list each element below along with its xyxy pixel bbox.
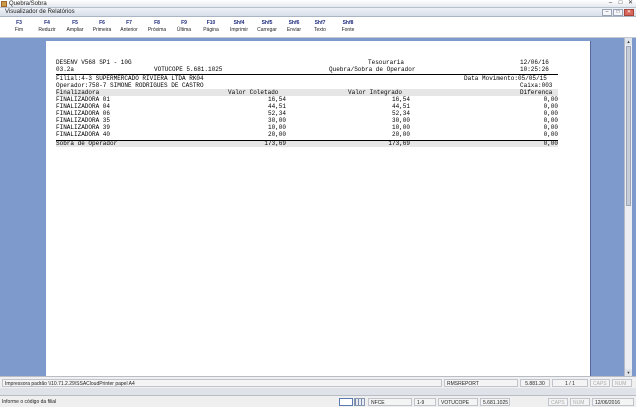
app-caps-indicator: CAPS xyxy=(548,398,568,406)
total-integrated: 173,69 xyxy=(388,140,410,147)
viewer-minimize-icon[interactable]: – xyxy=(602,9,612,16)
next-page-button[interactable]: F8 Próxima xyxy=(142,20,172,36)
app-title-bar: Quebra/Sobra – □ ✕ xyxy=(0,0,636,8)
num-indicator: NUM xyxy=(612,379,632,387)
company-indicator: VOTUCOPE xyxy=(438,398,478,406)
font-button[interactable]: Shf8 Fonte xyxy=(333,20,363,36)
row-collected: 16,54 xyxy=(267,96,286,103)
page-count: 1 / 1 xyxy=(552,379,588,387)
column-header-integrated: Valor Integrado xyxy=(348,89,403,96)
app-status-bar: Informe o código da filial NFCE 1-9 VOTU… xyxy=(0,395,636,407)
row-collected: 52,34 xyxy=(267,110,286,117)
row-collected: 30,00 xyxy=(267,117,286,124)
report-time: 10:25:26 xyxy=(520,66,549,73)
report-date: 12/06/16 xyxy=(520,59,549,66)
close-icon[interactable]: ✕ xyxy=(626,0,635,7)
report-system-name: DESENV V568 SP1 - 10G xyxy=(56,59,132,66)
viewer-maximize-icon[interactable]: □ xyxy=(613,9,623,16)
toolbar: F3 Fim F4 Reduzir F5 Ampliar F6 Primeira F7 A… xyxy=(0,17,636,38)
system-date: 12/06/2016 xyxy=(592,398,634,406)
load-button[interactable]: Shf5 Carregar xyxy=(252,20,282,36)
total-divider xyxy=(56,140,558,141)
row-integrated: 16,54 xyxy=(391,96,410,103)
row-tender: FINALIZADORA 04 xyxy=(56,103,111,110)
report-department: Tesouraria xyxy=(368,59,405,66)
previous-page-button[interactable]: F7 Anterior xyxy=(114,20,144,36)
report-cashier: Caixa:003 xyxy=(520,82,553,89)
zoom-out-button[interactable]: F4 Reduzir xyxy=(32,20,62,36)
maximize-icon[interactable]: □ xyxy=(616,0,625,7)
app-title: Quebra/Sobra xyxy=(9,1,47,7)
row-tender: FINALIZADORA 06 xyxy=(56,110,111,117)
app-num-indicator: NUM xyxy=(570,398,590,406)
row-tender: FINALIZADORA 35 xyxy=(56,117,111,124)
scroll-thumb[interactable] xyxy=(626,46,631,206)
column-header-tender: Finalizadora xyxy=(56,89,100,96)
end-button[interactable]: F3 Fim xyxy=(4,20,34,36)
viewer-close-icon[interactable]: ✕ xyxy=(624,9,634,16)
viewer-status-bar: Impressora padrão \\10.71.2.29\SSACloudP… xyxy=(0,376,636,388)
report-name: RMSREPORT xyxy=(444,379,518,387)
system-version: 5.681.1025 xyxy=(480,398,510,406)
minimize-icon[interactable]: – xyxy=(606,0,615,7)
hint-text: Informe o código da filial xyxy=(2,399,57,405)
total-difference: 0,00 xyxy=(543,140,558,147)
row-collected: 44,51 xyxy=(267,103,286,110)
viewer-version: 5.881.30 xyxy=(520,379,550,387)
report-id: 03.2a xyxy=(56,66,75,73)
report-title: Quebra/Sobra de Operador xyxy=(329,66,416,73)
scroll-up-icon[interactable]: ▲ xyxy=(625,38,632,45)
viewer-title-bar: Visualizador de Relatórios – □ ✕ xyxy=(0,8,636,17)
report-viewer: DESENV V568 SP1 - 10G Tesouraria 12/06/1… xyxy=(0,38,636,376)
first-page-button[interactable]: F6 Primeira xyxy=(87,20,117,36)
text-button[interactable]: Shf7 Texto xyxy=(305,20,335,36)
item-indicator: 1-9 xyxy=(414,398,436,406)
module-indicator: NFCE xyxy=(368,398,412,406)
window-border xyxy=(0,388,636,395)
row-collected: 10,00 xyxy=(267,124,286,131)
row-difference: 0,00 xyxy=(543,131,558,138)
row-collected: 20,00 xyxy=(267,131,286,138)
last-page-button[interactable]: F9 Última xyxy=(169,20,199,36)
report-page: DESENV V568 SP1 - 10G Tesouraria 12/06/1… xyxy=(46,41,590,376)
row-tender: FINALIZADORA 39 xyxy=(56,124,111,131)
scroll-down-icon[interactable]: ▼ xyxy=(625,369,632,376)
viewer-title: Visualizador de Relatórios xyxy=(5,9,75,15)
row-difference: 0,00 xyxy=(543,96,558,103)
column-header-difference: Diferenca xyxy=(520,89,553,96)
row-difference: 0,00 xyxy=(543,117,558,124)
row-integrated: 10,00 xyxy=(391,124,410,131)
grid-icon xyxy=(354,398,365,406)
print-button[interactable]: Shf4 Imprimir xyxy=(224,20,254,36)
report-movement-date: Data Movimento:05/05/15 xyxy=(464,75,547,82)
row-integrated: 20,00 xyxy=(391,131,410,138)
total-collected: 173,69 xyxy=(264,140,286,147)
column-header-collected: Valor Coletado xyxy=(228,89,279,96)
zoom-in-button[interactable]: F5 Ampliar xyxy=(60,20,90,36)
printer-status: Impressora padrão \\10.71.2.29\SSACloudP… xyxy=(2,379,442,387)
app-icon xyxy=(1,1,7,7)
column-header-band xyxy=(56,89,558,96)
vertical-scrollbar[interactable]: ▲ ▼ xyxy=(624,38,632,376)
total-label: Sobra de Operador xyxy=(56,140,118,147)
report-company-code: VOTUCOPE 5.681.1025 xyxy=(154,66,223,73)
report-operator: Operador:758-7 SIMONE RODRIGUES DE CASTR… xyxy=(56,82,204,89)
row-integrated: 44,51 xyxy=(391,103,410,110)
total-band xyxy=(56,140,558,147)
row-difference: 0,00 xyxy=(543,110,558,117)
row-tender: FINALIZADORA 40 xyxy=(56,131,111,138)
row-integrated: 30,00 xyxy=(391,117,410,124)
caps-indicator: CAPS xyxy=(590,379,610,387)
row-tender: FINALIZADORA 01 xyxy=(56,96,111,103)
page-button[interactable]: F10 Página xyxy=(196,20,226,36)
keyboard-icon xyxy=(339,398,353,406)
row-difference: 0,00 xyxy=(543,124,558,131)
report-branch: Filial:4-3 SUPERMERCADO RIVIERA LTDA RK0… xyxy=(56,75,204,82)
row-integrated: 52,34 xyxy=(391,110,410,117)
row-difference: 0,00 xyxy=(543,103,558,110)
